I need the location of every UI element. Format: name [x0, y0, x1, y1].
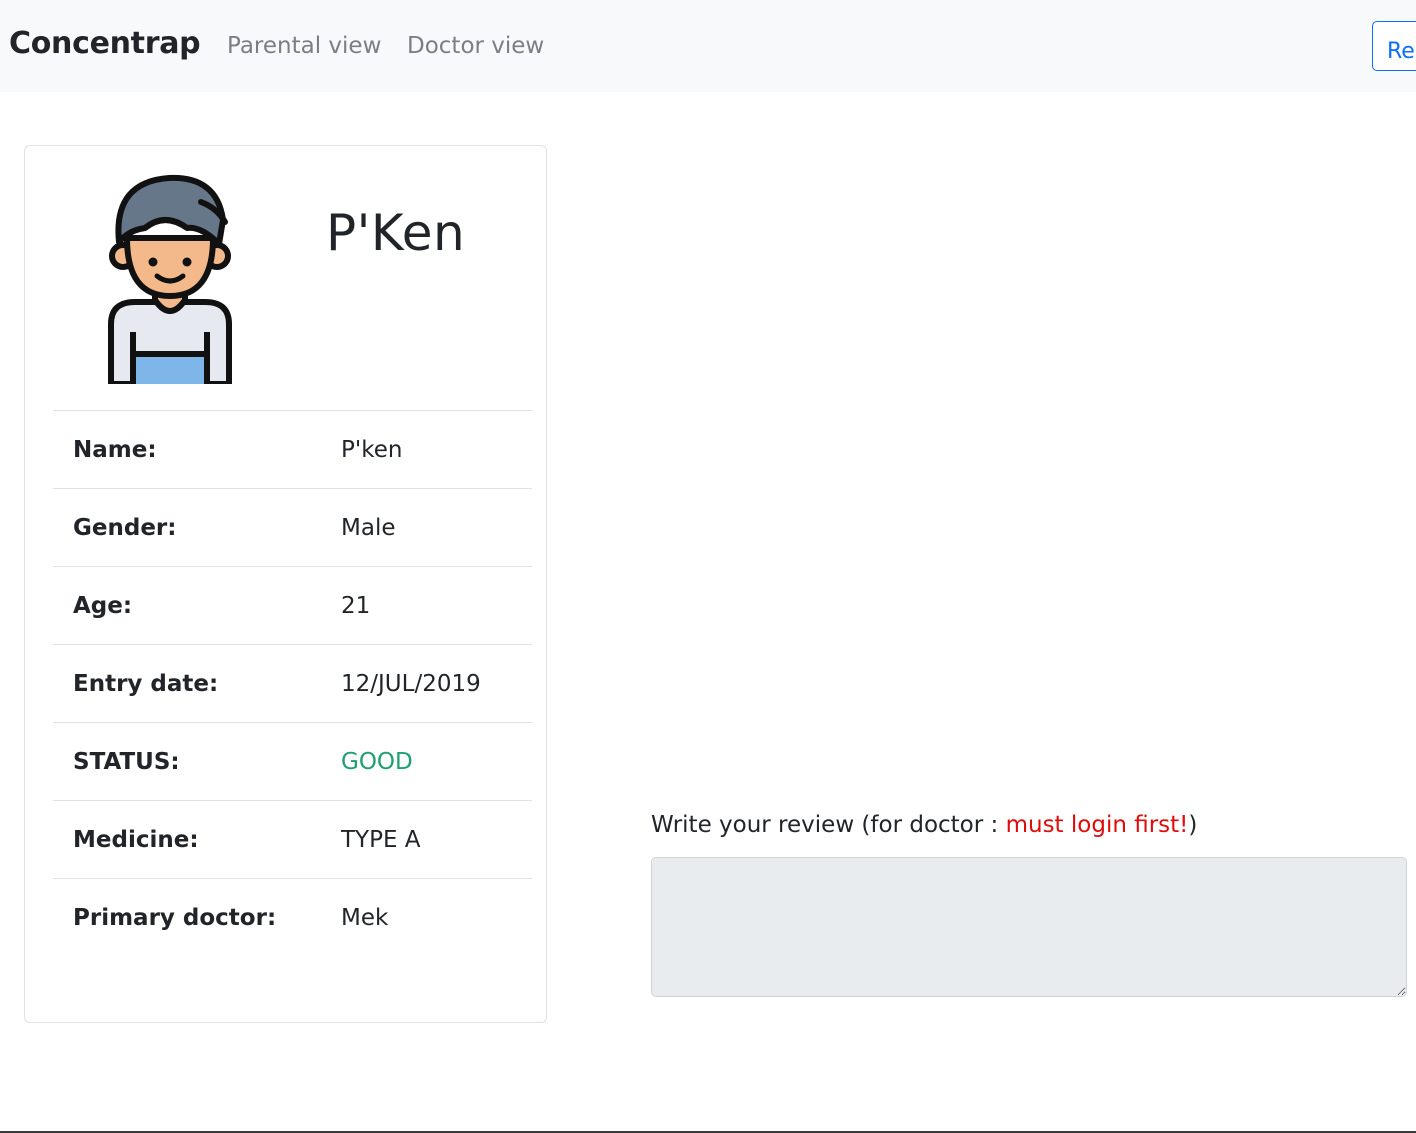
info-row-name: Name: P'ken	[53, 410, 532, 488]
page: Concentrap Parental view Doctor view Reg…	[0, 0, 1416, 1133]
info-row-age: Age: 21	[53, 566, 532, 644]
nav-link-doctor-view[interactable]: Doctor view	[407, 33, 544, 59]
profile-title: P'Ken	[326, 204, 466, 262]
boy-avatar-icon	[108, 174, 232, 384]
info-row-entry-date: Entry date: 12/JUL/2019	[53, 644, 532, 722]
login-warning: must login first!	[1005, 812, 1189, 838]
review-textarea[interactable]	[651, 857, 1407, 997]
review-label: Write your review (for doctor : must log…	[651, 812, 1197, 838]
info-label-status: STATUS:	[73, 749, 180, 775]
status-badge: GOOD	[341, 749, 413, 775]
brand-logo[interactable]: Concentrap	[9, 26, 201, 61]
info-row-status: STATUS: GOOD	[53, 722, 532, 800]
info-value-gender: Male	[341, 515, 396, 541]
info-label-gender: Gender:	[73, 515, 177, 541]
nav-link-parental-view[interactable]: Parental view	[227, 33, 381, 59]
info-label-entry-date: Entry date:	[73, 671, 219, 697]
info-value-entry-date: 12/JUL/2019	[341, 671, 481, 697]
navbar: Concentrap Parental view Doctor view Reg…	[0, 0, 1416, 92]
info-row-primary-doctor: Primary doctor: Mek	[53, 878, 532, 956]
info-value-medicine: TYPE A	[341, 827, 421, 853]
profile-info-table: Name: P'ken Gender: Male Age: 21 Entry d…	[53, 410, 532, 956]
info-value-primary-doctor: Mek	[341, 905, 389, 931]
info-label-name: Name:	[73, 437, 157, 463]
review-label-suffix: )	[1188, 812, 1198, 838]
info-row-gender: Gender: Male	[53, 488, 532, 566]
info-label-age: Age:	[73, 593, 133, 619]
review-label-prefix: Write your review (for doctor :	[651, 812, 1006, 838]
info-value-name: P'ken	[341, 437, 403, 463]
register-button[interactable]: Register	[1372, 21, 1416, 71]
info-label-primary-doctor: Primary doctor:	[73, 905, 277, 931]
profile-card: P'Ken Name: P'ken Gender: Male Age: 21 E…	[24, 145, 547, 1023]
info-label-medicine: Medicine:	[73, 827, 199, 853]
info-value-age: 21	[341, 593, 371, 619]
info-row-medicine: Medicine: TYPE A	[53, 800, 532, 878]
